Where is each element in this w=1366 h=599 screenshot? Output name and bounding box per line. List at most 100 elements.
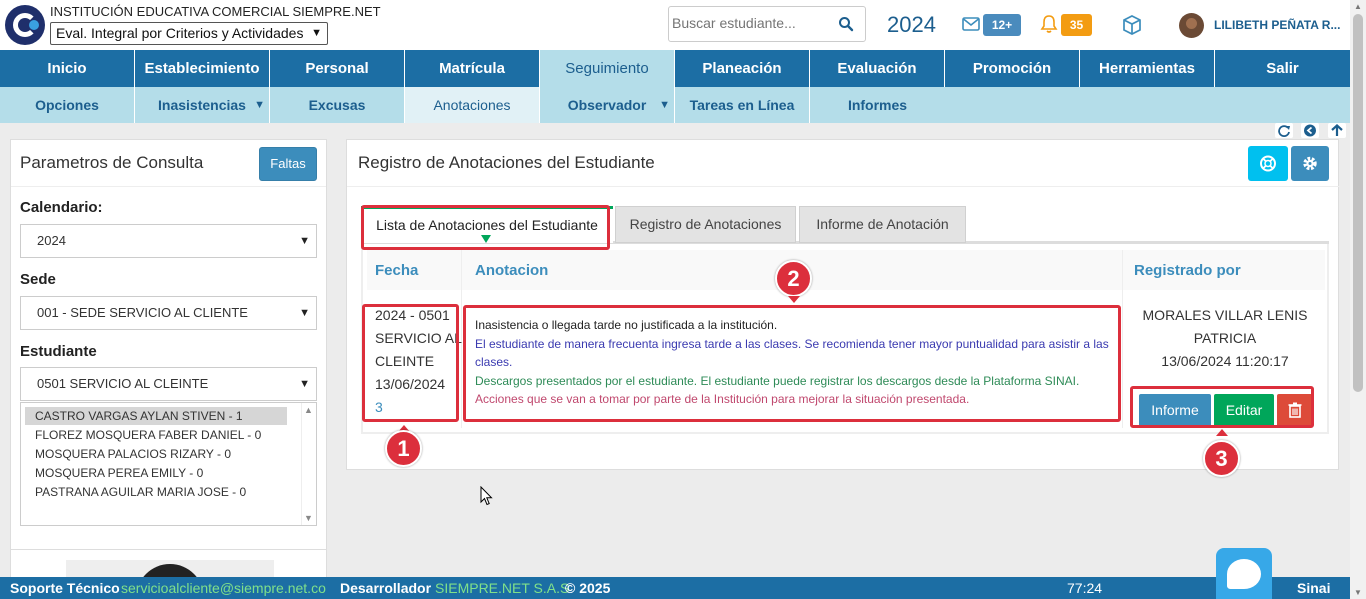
developer-label: Desarrollador xyxy=(340,580,432,596)
bell-icon[interactable] xyxy=(1040,14,1058,34)
copyright: © 2025 xyxy=(565,580,611,596)
user-avatar[interactable] xyxy=(1179,13,1204,38)
divider xyxy=(11,549,326,550)
query-parameters-panel: Parametros de Consulta Faltas Calendario… xyxy=(10,139,327,579)
cell-registrado-por: MORALES VILLAR LENIS PATRICIA 13/06/2024… xyxy=(1133,304,1317,373)
evaluation-type-select[interactable]: Eval. Integral por Criterios y Actividad… xyxy=(50,22,328,45)
student-list-item[interactable]: MOSQUERA PALACIOS RIZARY - 0 xyxy=(25,445,287,463)
messages-count-badge[interactable]: 12+ xyxy=(983,14,1021,36)
subnav-tareas-label: Tareas en Línea xyxy=(689,97,795,113)
subnav-observador[interactable]: Observador ▼ xyxy=(540,87,675,123)
highlight-fecha-cell xyxy=(362,304,459,422)
nav-salir[interactable]: Salir xyxy=(1215,50,1350,87)
main-nav: Inicio Establecimiento Personal Matrícul… xyxy=(0,50,1350,87)
sinai-brand: Sinai xyxy=(1297,580,1331,596)
support-email-link[interactable]: servicioalcliente@siempre.net.co xyxy=(121,577,326,599)
scroll-up-icon[interactable]: ▲ xyxy=(304,405,313,415)
top-header: INSTITUCIÓN EDUCATIVA COMERCIAL SIEMPRE.… xyxy=(0,0,1350,50)
subnav-inasistencias-label: Inasistencias xyxy=(158,97,246,113)
cube-icon[interactable] xyxy=(1121,14,1143,36)
session-timer: 77:24 xyxy=(1067,580,1103,596)
footer: Soporte Técnico servicioalcliente@siempr… xyxy=(0,577,1350,599)
student-list-item[interactable]: CASTRO VARGAS AYLAN STIVEN - 1 xyxy=(25,407,287,425)
column-separator xyxy=(1122,250,1123,428)
caret-down-icon: ▼ xyxy=(659,99,670,111)
faltas-button[interactable]: Faltas xyxy=(259,147,317,181)
nav-evaluacion[interactable]: Evaluación xyxy=(810,50,945,87)
chevron-down-icon: ▼ xyxy=(299,307,310,319)
table-header: Fecha Anotacion Registrado por xyxy=(367,250,1325,290)
subnav-excusas[interactable]: Excusas xyxy=(270,87,405,123)
student-search[interactable] xyxy=(668,6,866,42)
tab-informe-anotacion[interactable]: Informe de Anotación xyxy=(799,206,966,243)
subnav-tareas-en-linea[interactable]: Tareas en Línea xyxy=(675,87,810,123)
divider xyxy=(11,186,326,187)
student-search-input[interactable] xyxy=(672,15,832,31)
user-name[interactable]: LILIBETH PEÑATA R... xyxy=(1214,18,1340,32)
scrollbar-thumb[interactable] xyxy=(1353,14,1363,392)
annotations-panel-title: Registro de Anotaciones del Estudiante xyxy=(358,153,655,172)
student-list[interactable]: CASTRO VARGAS AYLAN STIVEN - 1 FLOREZ MO… xyxy=(20,402,317,526)
chevron-down-icon: ▼ xyxy=(299,378,310,390)
marker-pointer xyxy=(788,296,800,303)
registrado-por-date: 13/06/2024 11:20:17 xyxy=(1161,353,1289,369)
settings-button[interactable] xyxy=(1291,146,1329,181)
divider xyxy=(347,186,1340,187)
subnav-opciones[interactable]: Opciones xyxy=(0,87,135,123)
estudiante-group-select[interactable]: 0501 SERVICIO AL CLEINTE ▼ xyxy=(20,367,317,401)
step-marker-3: 3 xyxy=(1203,440,1240,477)
envelope-icon[interactable] xyxy=(962,17,980,31)
nav-herramientas[interactable]: Herramientas xyxy=(1080,50,1215,87)
student-list-item[interactable]: PASTRANA AGUILAR MARIA JOSE - 0 xyxy=(25,483,287,501)
page-scrollbar[interactable]: ▲ ▼ xyxy=(1350,0,1366,599)
sede-label: Sede xyxy=(20,271,56,288)
scroll-down-icon[interactable]: ▼ xyxy=(1354,588,1362,597)
caret-down-icon: ▼ xyxy=(254,99,265,111)
estudiante-group-value: 0501 SERVICIO AL CLEINTE xyxy=(37,376,209,391)
student-list-item[interactable]: MOSQUERA PEREA EMILY - 0 xyxy=(25,464,287,482)
scroll-down-icon[interactable]: ▼ xyxy=(304,513,313,523)
subnav-anotaciones[interactable]: Anotaciones xyxy=(405,87,540,123)
nav-planeacion[interactable]: Planeación xyxy=(675,50,810,87)
nav-personal[interactable]: Personal xyxy=(270,50,405,87)
student-list-scrollbar[interactable]: ▲ ▼ xyxy=(301,403,316,525)
support-label: Soporte Técnico xyxy=(10,580,120,596)
student-list-item[interactable]: FLOREZ MOSQUERA FABER DANIEL - 0 xyxy=(25,426,287,444)
school-logo[interactable] xyxy=(5,5,45,45)
refresh-icon[interactable] xyxy=(1275,123,1293,138)
arrow-up-icon[interactable] xyxy=(1328,123,1346,138)
gear-icon xyxy=(1303,156,1317,171)
notifications-count-badge[interactable]: 35 xyxy=(1061,14,1092,36)
subnav-inasistencias[interactable]: Inasistencias ▼ xyxy=(135,87,270,123)
sede-select[interactable]: 001 - SEDE SERVICIO AL CLIENTE ▼ xyxy=(20,296,317,330)
nav-establecimiento[interactable]: Establecimiento xyxy=(135,50,270,87)
highlight-action-buttons xyxy=(1130,386,1314,428)
subnav-informes-label: Informes xyxy=(847,97,908,113)
query-parameters-title: Parametros de Consulta xyxy=(20,153,204,172)
column-fecha: Fecha xyxy=(375,262,419,279)
step-marker-2: 2 xyxy=(775,260,812,297)
registrado-por-name: MORALES VILLAR LENIS PATRICIA xyxy=(1142,307,1308,346)
developer-name-link[interactable]: SIEMPRE.NET S.A.S xyxy=(435,577,569,599)
calendario-label: Calendario: xyxy=(20,199,103,216)
nav-inicio[interactable]: Inicio xyxy=(0,50,135,87)
nav-promocion[interactable]: Promoción xyxy=(945,50,1080,87)
sede-value: 001 - SEDE SERVICIO AL CLIENTE xyxy=(37,305,248,320)
subnav-opciones-label: Opciones xyxy=(35,97,99,113)
column-anotacion: Anotacion xyxy=(475,262,549,279)
back-circle-icon[interactable] xyxy=(1301,123,1319,138)
nav-matricula[interactable]: Matrícula xyxy=(405,50,540,87)
mouse-pointer-icon xyxy=(480,486,493,506)
scroll-up-icon[interactable]: ▲ xyxy=(1354,2,1362,11)
search-icon[interactable] xyxy=(838,16,854,32)
active-year[interactable]: 2024 xyxy=(887,12,936,38)
calendario-select[interactable]: 2024 ▼ xyxy=(20,224,317,258)
subnav-informes[interactable]: Informes xyxy=(810,87,945,123)
nav-seguimiento[interactable]: Seguimiento xyxy=(540,50,675,87)
help-button[interactable] xyxy=(1248,146,1288,181)
life-ring-icon xyxy=(1260,155,1276,172)
step-marker-1: 1 xyxy=(385,430,422,467)
chat-bubble-icon[interactable] xyxy=(1216,548,1272,599)
calendario-value: 2024 xyxy=(37,233,66,248)
tab-registro-anotaciones[interactable]: Registro de Anotaciones xyxy=(615,206,796,243)
